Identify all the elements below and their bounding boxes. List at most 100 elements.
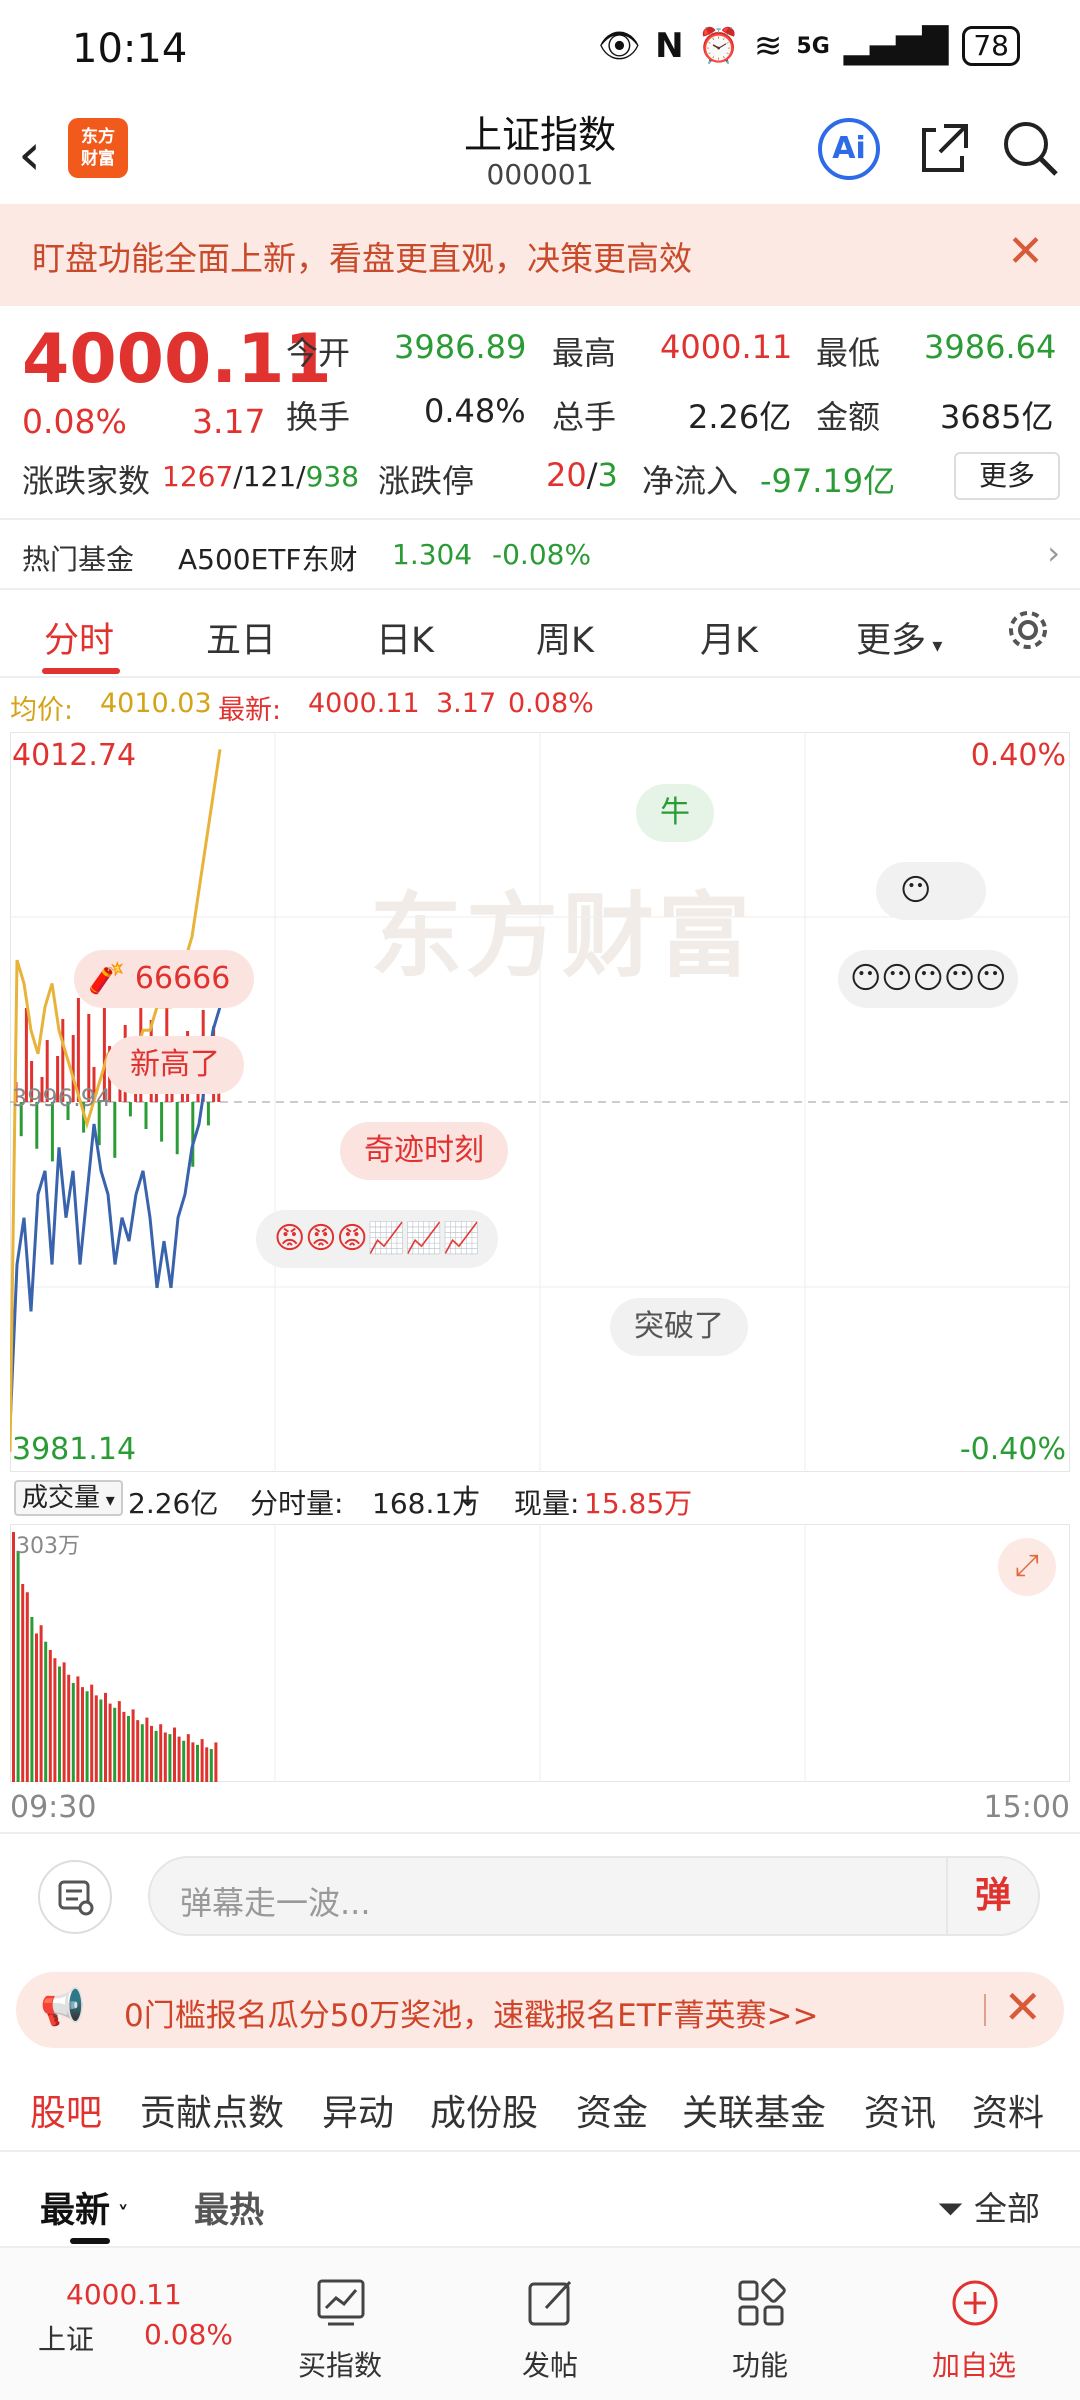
- promo-banner[interactable]: 📢 0门槛报名瓜分50万奖池，速戳报名ETF菁英赛>> ✕: [16, 1972, 1064, 2048]
- danmu-bubble: 🧨 66666: [74, 950, 255, 1008]
- change-value: 3.17: [192, 402, 266, 441]
- time-start-label: 09:30: [10, 1790, 97, 1825]
- netflow-label: 净流入: [642, 462, 739, 500]
- volume-bar: [35, 1633, 38, 1782]
- tab-related-funds[interactable]: 关联基金: [682, 2084, 826, 2136]
- tab-contribution[interactable]: 贡献点数: [140, 2084, 284, 2136]
- volume-bar: [108, 1703, 112, 1782]
- volume-bar: [99, 1699, 103, 1782]
- ai-button[interactable]: Ai: [818, 118, 880, 180]
- open-label: 今开: [286, 334, 351, 372]
- volume-bar: [168, 1734, 172, 1782]
- danmu-placeholder: 弹幕走一波...: [180, 1884, 371, 1922]
- volume-bar: [131, 1709, 135, 1782]
- filter-icon: ⏷: [937, 2189, 974, 2228]
- notice-banner[interactable]: 盯盘功能全面上新，看盘更直观，决策更高效 ✕: [0, 204, 1080, 306]
- bottom-nav: 4000.11 上证 0.08% 买指数 发帖 功能 加自选: [0, 2246, 1080, 2400]
- volume-bar: [39, 1625, 43, 1782]
- close-icon[interactable]: ✕: [1007, 226, 1044, 277]
- volume-bar: [186, 1734, 190, 1782]
- volume-bar: [113, 1707, 117, 1782]
- tab-more[interactable]: 更多 ▾: [856, 612, 942, 663]
- tab-daily-k[interactable]: 日K: [376, 612, 434, 663]
- hot-fund-name: A500ETF东财: [178, 543, 358, 576]
- now-volume-label: 现量:: [514, 1487, 580, 1520]
- filter-button[interactable]: ⏷ 全部: [937, 2182, 1040, 2230]
- expand-icon[interactable]: ⤢: [998, 1538, 1056, 1596]
- close-icon[interactable]: ✕: [1003, 1980, 1042, 2034]
- tab-monthly-k[interactable]: 月K: [700, 612, 758, 663]
- volume-bar: [85, 1691, 89, 1782]
- megaphone-icon: 📢: [40, 1987, 85, 2028]
- prev-close-label: 3996.94: [12, 1084, 112, 1112]
- volume-bar: [145, 1717, 149, 1782]
- tab-anomaly[interactable]: 异动: [322, 2084, 394, 2136]
- volume-bar: [67, 1674, 71, 1782]
- alarm-icon: ⏰: [697, 26, 740, 66]
- volume-bar: [154, 1730, 158, 1782]
- angry-emoji-icon: 😡😡😡📈📈📈: [274, 1221, 480, 1256]
- volume-bar: [90, 1684, 94, 1782]
- arrow-down-icon: ↓: [456, 1480, 480, 1513]
- volume-info-row: 成交量 ▾ 2.26亿 分时量: 168.1万 ↓ 现量: 15.85万: [0, 1472, 1080, 1524]
- ghost-emoji-icon: 😶: [900, 873, 932, 908]
- tab-guba[interactable]: 股吧: [30, 2084, 102, 2136]
- plus-circle-icon: [950, 2278, 1000, 2328]
- share-icon[interactable]: [914, 118, 974, 182]
- search-icon[interactable]: [1000, 118, 1060, 182]
- firecracker-icon: 🧨: [88, 961, 126, 996]
- header: ‹ 东方财富 上证指数 000001 Ai: [0, 100, 1080, 204]
- volume-bar: [173, 1727, 176, 1782]
- now-volume-value: 15.85万: [584, 1487, 693, 1520]
- sort-hot[interactable]: 最热: [194, 2182, 264, 2233]
- banner-text: 盯盘功能全面上新，看盘更直观，决策更高效: [32, 239, 692, 278]
- volume-bar: [196, 1744, 199, 1782]
- danmu-bubble: 新高了: [106, 1036, 244, 1094]
- volume-selector[interactable]: 成交量 ▾: [14, 1480, 123, 1516]
- tab-weekly-k[interactable]: 周K: [536, 612, 594, 663]
- volume-bar: [163, 1732, 167, 1782]
- tab-five-day[interactable]: 五日: [206, 612, 276, 663]
- amount-label: 金额: [816, 398, 881, 436]
- danmu-bar: 弹幕走一波... 弹: [0, 1836, 1080, 1956]
- tab-components[interactable]: 成份股: [430, 2084, 538, 2136]
- volume-bar: [25, 1592, 29, 1782]
- volume-bar: [71, 1682, 75, 1782]
- intraday-chart[interactable]: 东方财富 4012.74 0.40% 3981.14 -0.40% 3996.9…: [10, 732, 1070, 1472]
- danmu-emoji-bubble: 😶😶😶😶😶: [838, 950, 1019, 1008]
- volume-bar: [81, 1687, 84, 1782]
- updown-counts: 1267/121/938: [162, 460, 360, 493]
- danmu-bubble: 突破了: [610, 1298, 748, 1356]
- tab-news[interactable]: 资讯: [864, 2084, 936, 2136]
- high-label: 最高: [552, 334, 617, 372]
- volume-bar: [140, 1724, 144, 1782]
- mini-percent: 0.08%: [144, 2318, 233, 2351]
- volume-bar: [214, 1742, 218, 1782]
- status-icons: 👁 N ⏰ ≋ 5G ▂▄▆█ 78: [598, 26, 1020, 66]
- hot-fund-row[interactable]: 热门基金 A500ETF东财 1.304 -0.08% ›: [0, 518, 1080, 590]
- volume-bar: [30, 1616, 34, 1782]
- sort-latest[interactable]: 最新 ˅: [40, 2182, 129, 2233]
- pct-top-label: 0.40%: [970, 738, 1066, 773]
- volume-bar: [58, 1666, 61, 1782]
- volume-chart[interactable]: 303万 ⤢: [10, 1524, 1070, 1782]
- more-button[interactable]: 更多: [954, 452, 1060, 500]
- edit-icon: [526, 2278, 576, 2328]
- tab-intraday[interactable]: 分时: [44, 612, 114, 663]
- limit-label: 涨跌停: [378, 462, 475, 500]
- price-info-line: 均价: 4010.03 最新: 4000.11 3.17 0.08%: [0, 678, 1080, 730]
- volume-svg: [10, 1524, 1070, 1782]
- danmu-settings-icon[interactable]: [38, 1860, 112, 1934]
- volume-bar: [53, 1658, 57, 1782]
- tab-profile[interactable]: 资料: [972, 2084, 1044, 2136]
- chevron-right-icon: ›: [1047, 534, 1060, 572]
- gear-icon[interactable]: [1004, 606, 1052, 658]
- y-bottom-label: 3981.14: [12, 1432, 137, 1467]
- period-volume-label: 分时量:: [250, 1487, 344, 1520]
- danmu-send-button[interactable]: 弹: [946, 1858, 1038, 1934]
- danmu-input[interactable]: 弹幕走一波... 弹: [148, 1856, 1040, 1936]
- tab-funds[interactable]: 资金: [576, 2084, 648, 2136]
- chart-icon: [316, 2278, 366, 2328]
- caret-down-icon: ▾: [100, 1490, 115, 1511]
- time-end-label: 15:00: [983, 1790, 1070, 1825]
